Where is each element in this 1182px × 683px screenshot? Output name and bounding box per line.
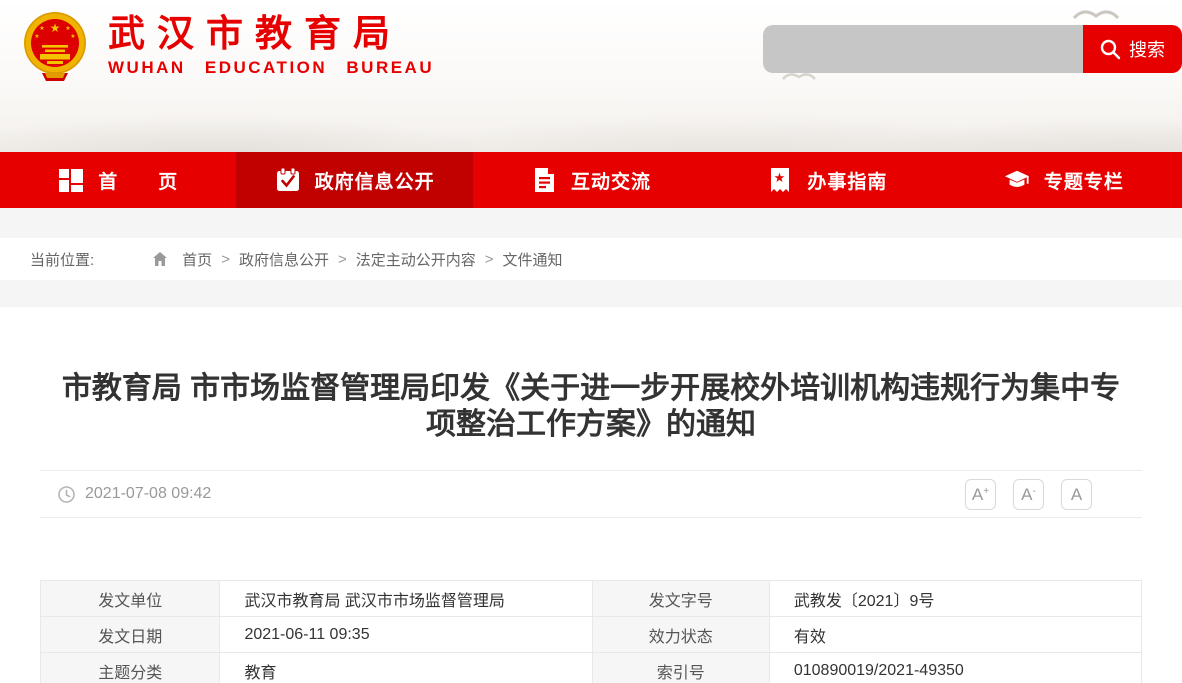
search-button-label: 搜索 [1129,36,1165,62]
svg-text:★: ★ [39,25,44,32]
field-value-validity-status: 有效 [769,617,1141,653]
site-title: 武汉市教育局 [108,14,434,54]
nav-item-special-topics[interactable]: 专题专栏 [946,152,1182,208]
field-label-issue-date: 发文日期 [41,617,220,653]
breadcrumb: 当前位置: 首页 > 政府信息公开 > 法定主动公开内容 > 文件通知 [0,238,1182,280]
breadcrumb-separator: > [221,251,230,268]
search-icon [1100,39,1121,60]
clock-icon [58,486,75,503]
breadcrumb-link-gov-info[interactable]: 政府信息公开 [239,249,329,270]
svg-text:★: ★ [65,25,70,32]
svg-text:★: ★ [50,21,61,35]
field-label-topic-category: 主题分类 [41,653,220,683]
site-subtitle: WUHAN EDUCATION BUREAU [108,58,434,78]
nav-label: 办事指南 [807,167,887,194]
nav-item-interaction[interactable]: 互动交流 [473,152,709,208]
article-meta-row: 2021-07-08 09:42 A+ A- A [40,470,1142,518]
spacer-strip [0,280,1182,307]
font-size-controls: A+ A- A [965,479,1092,510]
breadcrumb-separator: > [338,251,347,268]
field-value-topic-category: 教育 [220,653,592,683]
header-hills-decoration [0,72,1182,152]
nav-label: 专题专栏 [1044,167,1124,194]
graduation-cap-icon [1004,167,1030,193]
field-value-document-number: 武教发〔2021〕9号 [769,581,1141,617]
table-row: 发文日期 2021-06-11 09:35 效力状态 有效 [41,617,1142,653]
nav-label: 政府信息公开 [315,167,435,194]
clipboard-check-icon [275,167,301,193]
site-header: ★ ★ ★ ★ ★ 武汉市教育局 WUHAN EDUCATION BUREAU … [0,0,1182,152]
breadcrumb-prefix: 当前位置: [30,249,94,270]
document-info-table: 发文单位 武汉市教育局 武汉市市场监督管理局 发文字号 武教发〔2021〕9号 … [40,580,1142,683]
article-content: 市教育局 市市场监督管理局印发《关于进一步开展校外培训机构违规行为集中专项整治工… [0,371,1182,683]
search-input[interactable] [763,25,1083,73]
font-decrease-button[interactable]: A- [1013,479,1044,510]
spacer-strip [0,208,1182,238]
nav-label: 首 页 [98,167,178,194]
breadcrumb-link-document-notice[interactable]: 文件通知 [503,249,563,270]
document-icon [531,167,557,193]
publish-date: 2021-07-08 09:42 [58,485,211,503]
field-label-issuing-unit: 发文单位 [41,581,220,617]
grid-icon [58,167,84,193]
svg-text:★: ★ [774,170,787,185]
field-label-index-number: 索引号 [592,653,769,683]
home-icon [152,251,168,267]
svg-text:★: ★ [70,33,75,40]
field-value-issuing-unit: 武汉市教育局 武汉市市场监督管理局 [220,581,592,617]
table-row: 发文单位 武汉市教育局 武汉市市场监督管理局 发文字号 武教发〔2021〕9号 [41,581,1142,617]
search-bar: 搜索 [763,25,1182,73]
field-label-document-number: 发文字号 [592,581,769,617]
font-increase-button[interactable]: A+ [965,479,996,510]
field-label-validity-status: 效力状态 [592,617,769,653]
breadcrumb-link-statutory-disclosure[interactable]: 法定主动公开内容 [356,249,476,270]
table-row: 主题分类 教育 索引号 010890019/2021-49350 [41,653,1142,683]
svg-text:★: ★ [34,33,39,40]
publish-date-text: 2021-07-08 09:42 [85,485,211,503]
badge-star-icon: ★ [767,167,793,193]
field-value-index-number: 010890019/2021-49350 [769,653,1141,683]
china-national-emblem-icon: ★ ★ ★ ★ ★ [22,11,88,81]
site-brand: ★ ★ ★ ★ ★ 武汉市教育局 WUHAN EDUCATION BUREAU [22,11,434,81]
breadcrumb-link-home[interactable]: 首页 [182,249,212,270]
nav-item-home[interactable]: 首 页 [0,152,236,208]
search-button[interactable]: 搜索 [1083,25,1182,73]
main-nav: 首 页 政府信息公开 互动交流 ★ 办事指南 [0,152,1182,208]
field-value-issue-date: 2021-06-11 09:35 [220,617,592,653]
article-title: 市教育局 市市场监督管理局印发《关于进一步开展校外培训机构违规行为集中专项整治工… [61,371,1121,443]
nav-label: 互动交流 [571,167,651,194]
font-reset-button[interactable]: A [1061,479,1092,510]
bird-decoration-icon [1072,6,1120,22]
nav-item-service-guide[interactable]: ★ 办事指南 [709,152,945,208]
breadcrumb-separator: > [485,251,494,268]
nav-item-gov-info[interactable]: 政府信息公开 [236,152,472,208]
